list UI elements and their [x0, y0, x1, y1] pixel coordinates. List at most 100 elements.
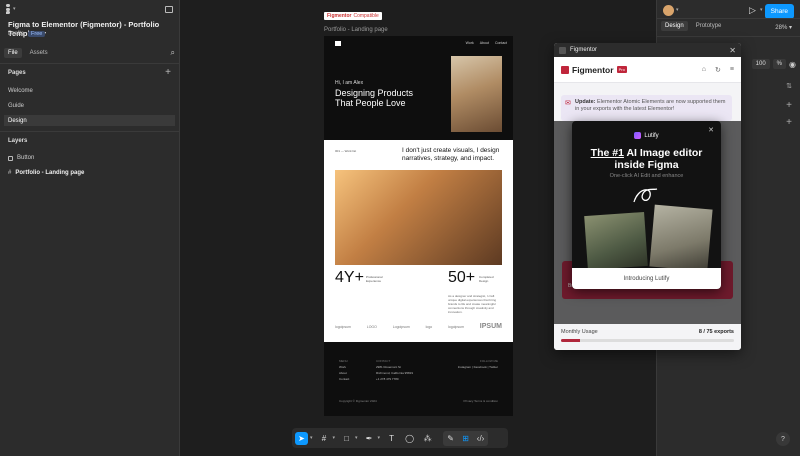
close-icon[interactable]: ✕: [729, 46, 736, 55]
drafts-label: Drafts: [8, 31, 25, 37]
pro-badge: Pro: [616, 66, 627, 73]
client-logo: logoipsum: [448, 324, 464, 329]
page-item-guide[interactable]: Guide: [4, 100, 175, 111]
layer-item-button[interactable]: Button: [8, 155, 34, 161]
chevron-down-icon[interactable]: ▾: [378, 435, 381, 441]
main-menu-button[interactable]: ▾: [6, 4, 16, 14]
text-tool-button[interactable]: T: [385, 432, 398, 445]
hero-headline: Designing Products That People Love: [335, 88, 414, 108]
headline-part: AI Image editor: [626, 147, 703, 159]
figma-logo-icon: [6, 4, 13, 14]
footer-social: Instagram | Facebook | Twitter: [457, 365, 498, 369]
frame-tool-button[interactable]: #: [318, 432, 331, 445]
hero-section: Work About Contact Hi, I am Alex Designi…: [324, 36, 513, 140]
portfolio-frame[interactable]: Work About Contact Hi, I am Alex Designi…: [324, 36, 513, 416]
divider: [657, 36, 800, 37]
layer-item-portfolio[interactable]: # Portfolio - Landing page: [8, 170, 84, 176]
eye-icon[interactable]: ◉: [789, 60, 796, 69]
zoom-level[interactable]: 28% ▾: [775, 24, 792, 31]
before-photo: [584, 211, 648, 271]
tab-file[interactable]: File: [4, 48, 22, 58]
adjust-icon[interactable]: ⇅: [786, 82, 792, 90]
stat-years-label: Professional Experience: [366, 275, 383, 283]
usage-value: 8 / 75 exports: [698, 329, 734, 335]
badge-text: Compatible: [353, 13, 379, 19]
design-mode-button[interactable]: ⊞: [459, 432, 472, 445]
avatar[interactable]: [663, 5, 674, 16]
site-logo-icon: [335, 41, 341, 46]
move-tool-button[interactable]: ➤: [295, 431, 308, 445]
lutify-promo-modal: ✕ Lutify The #1 AI Image editor inside F…: [572, 121, 721, 289]
plugin-header-actions: ⌂ ↻ ≡: [702, 66, 734, 74]
stats-section: 4Y+ Professional Experience 50+ Complete…: [324, 269, 513, 297]
tab-prototype[interactable]: Prototype: [692, 21, 726, 31]
help-button[interactable]: ?: [776, 432, 790, 446]
intro-text: I don't just create visuals, I design na…: [402, 147, 500, 162]
bottom-toolbar: ➤ ▾ # ▾ □ ▾ ✒ ▾ T ◯ ⁂ ✎ ⊞ ‹/›: [292, 428, 508, 448]
copyright: Copyright © Figmentor 2024: [339, 399, 377, 403]
lutify-brand-text: Lutify: [644, 132, 659, 139]
client-logo: Logoipsum: [392, 324, 410, 329]
left-tabs: File Assets ⌕: [4, 46, 175, 60]
add-icon[interactable]: +: [786, 100, 792, 111]
pages-header: Pages: [8, 70, 26, 76]
comment-tool-button[interactable]: ◯: [403, 432, 416, 445]
usage-label: Monthly Usage: [561, 329, 598, 335]
stat-years: 4Y+: [335, 269, 364, 286]
home-icon[interactable]: ⌂: [702, 66, 706, 74]
opacity-unit: %: [772, 59, 787, 69]
nav-work: Work: [465, 41, 474, 45]
chevron-down-icon[interactable]: ▾: [310, 435, 313, 441]
layers-header: Layers: [8, 138, 28, 144]
lutify-brand: Lutify: [572, 132, 721, 139]
client-logo: logoipsum: [335, 324, 351, 329]
plugin-title: Figmentor: [570, 47, 598, 53]
chevron-down-icon[interactable]: ▾: [355, 435, 358, 441]
left-topbar: ▾: [0, 0, 179, 18]
work-photo: [335, 170, 502, 265]
share-button[interactable]: Share: [764, 4, 794, 19]
search-icon[interactable]: ⌕: [171, 48, 175, 58]
badge-brand: Figmentor: [327, 13, 352, 19]
shape-tool-button[interactable]: □: [340, 432, 353, 445]
component-icon: [8, 155, 13, 161]
plugin-header: Figmentor Pro ⌂ ↻ ≡: [554, 57, 741, 83]
refresh-icon[interactable]: ↻: [715, 66, 721, 74]
chevron-down-icon[interactable]: ▾: [760, 7, 763, 13]
stat-projects-label: Completed Design: [479, 275, 494, 283]
present-icon[interactable]: ▷: [749, 5, 756, 16]
after-photo: [649, 204, 713, 272]
pen-tool-button[interactable]: ✒: [363, 432, 376, 445]
section-tag: 001 — Work list: [335, 149, 357, 153]
hero-photo: [451, 56, 502, 132]
frame-label[interactable]: Portfolio - Landing page: [324, 27, 388, 33]
site-footer: MENU Work About Contact CONTACT 2981 Ros…: [324, 342, 513, 416]
footer-phone: +1 278 479 7780: [376, 377, 399, 381]
tab-assets[interactable]: Assets: [26, 48, 52, 58]
footer-menu: MENU Work About Contact: [339, 358, 349, 382]
file-location: Drafts Free: [8, 31, 46, 37]
menu-icon[interactable]: ≡: [730, 66, 734, 74]
client-logos: logoipsum LOGO Logoipsum logo logoipsum …: [335, 323, 502, 330]
layer-label: Button: [17, 155, 35, 161]
tab-design[interactable]: Design: [661, 21, 688, 31]
chevron-down-icon[interactable]: ▾: [676, 7, 679, 13]
add-page-icon[interactable]: +: [165, 67, 171, 78]
introducing-lutify-button[interactable]: Introducing Lutify: [572, 268, 721, 289]
footer-link: Contact: [339, 377, 350, 381]
page-item-welcome[interactable]: Welcome: [4, 85, 175, 96]
site-nav: Work About Contact: [466, 41, 507, 45]
update-label: Update:: [575, 99, 596, 105]
draw-mode-button[interactable]: ✎: [444, 432, 457, 445]
actions-tool-button[interactable]: ⁂: [421, 432, 434, 445]
chevron-down-icon[interactable]: ▾: [333, 435, 336, 441]
opacity-input[interactable]: 100: [751, 59, 770, 69]
greeting: Hi, I am Alex: [335, 80, 364, 86]
plugin-icon: [559, 46, 566, 54]
divider: [0, 131, 179, 132]
dev-mode-button[interactable]: ‹/›: [474, 432, 487, 445]
page-item-design[interactable]: Design: [4, 115, 175, 126]
headline-part: The #1: [590, 147, 624, 159]
sidebar-toggle-icon[interactable]: [165, 5, 173, 13]
add-icon[interactable]: +: [786, 117, 792, 128]
